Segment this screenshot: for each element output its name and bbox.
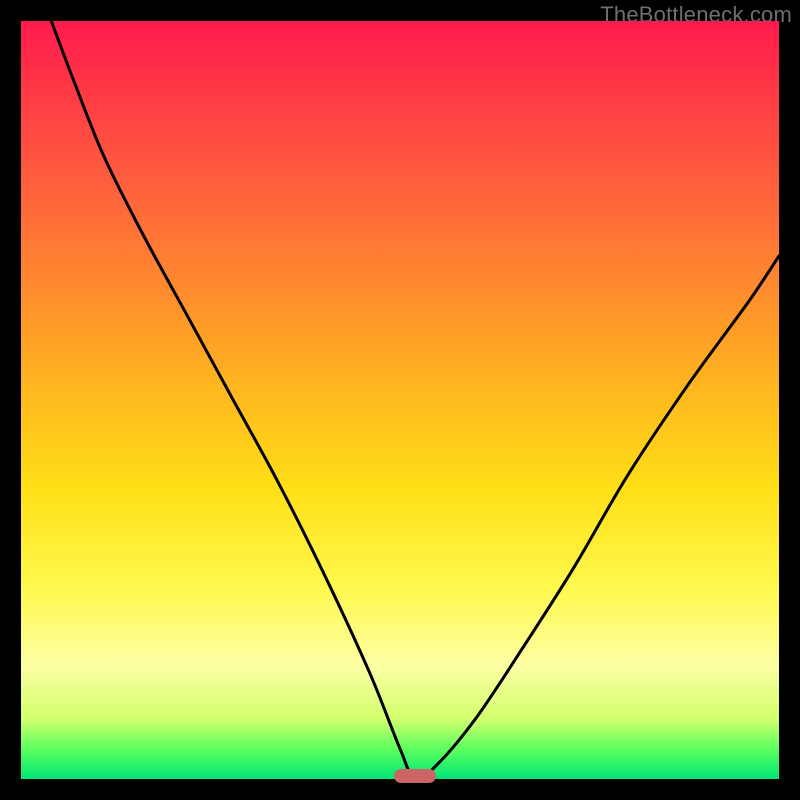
plot-area xyxy=(21,21,779,779)
minimum-marker xyxy=(394,769,436,783)
chart-frame: TheBottleneck.com xyxy=(0,0,800,800)
bottleneck-curve xyxy=(21,21,779,779)
